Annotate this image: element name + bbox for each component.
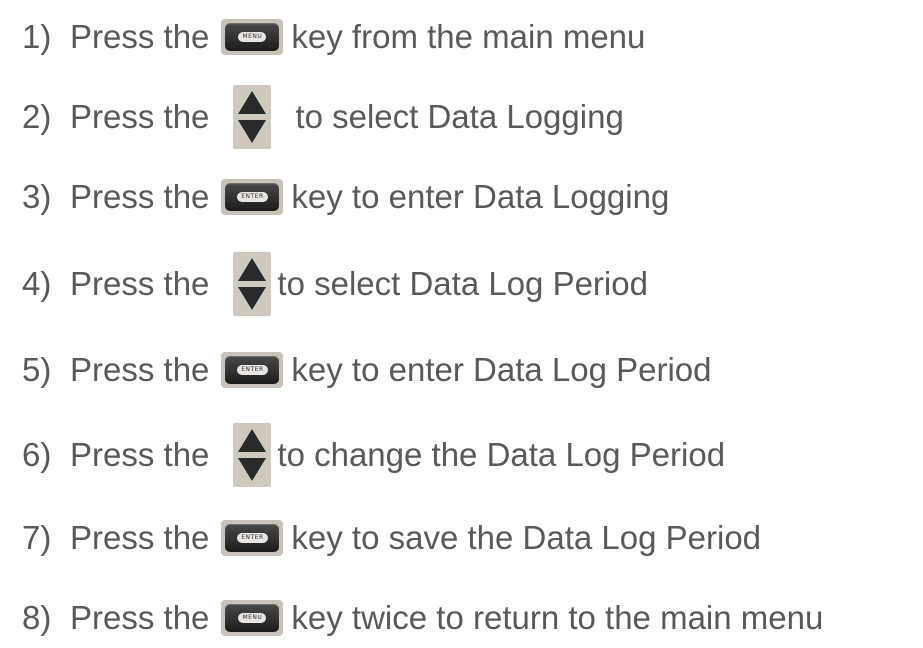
step-text: key twice to return to the main menu [291, 599, 824, 636]
instruction-list: 1) Press the MENU key from the main menu… [0, 0, 923, 647]
step-text: to select Data Log Period [277, 265, 648, 302]
step-prefix: Press the [70, 98, 210, 135]
step-text: to select Data Logging [295, 98, 624, 135]
enter-key-icon: ENTER [221, 352, 284, 388]
step-7: 7) Press the ENTER key to save the Data … [22, 508, 761, 568]
menu-key-icon: MENU [221, 19, 284, 55]
step-prefix: Press the [70, 18, 210, 55]
up-down-arrow-key-icon [233, 252, 272, 316]
step-3: 3) Press the ENTER key to enter Data Log… [22, 167, 669, 227]
up-down-arrow-key-icon [233, 423, 272, 487]
step-4: 4) Press the to select Data Log Period [22, 252, 648, 316]
step-prefix: Press the [70, 178, 210, 215]
step-number: 6) [22, 436, 52, 473]
up-down-arrow-key-icon [233, 85, 272, 149]
step-number: 2) [22, 98, 52, 135]
enter-key-icon: ENTER [221, 520, 284, 556]
menu-key-icon: MENU [221, 600, 284, 636]
step-prefix: Press the [70, 519, 210, 556]
step-number: 4) [22, 265, 52, 302]
key-label: ENTER [237, 365, 268, 375]
step-number: 1) [22, 18, 52, 55]
key-label: MENU [238, 613, 267, 623]
key-label: ENTER [237, 192, 268, 202]
step-prefix: Press the [70, 265, 210, 302]
step-number: 3) [22, 178, 52, 215]
step-text: key to enter Data Log Period [291, 351, 712, 388]
step-text: key to save the Data Log Period [291, 519, 762, 556]
step-5: 5) Press the ENTER key to enter Data Log… [22, 340, 712, 400]
enter-key-icon: ENTER [221, 179, 284, 215]
step-number: 8) [22, 599, 52, 636]
step-prefix: Press the [70, 436, 210, 473]
step-8: 8) Press the MENU key twice to return to… [22, 588, 823, 648]
key-label: MENU [238, 32, 267, 42]
key-label: ENTER [237, 533, 268, 543]
step-prefix: Press the [70, 351, 210, 388]
step-number: 7) [22, 519, 52, 556]
step-6: 6) Press the to change the Data Log Peri… [22, 423, 726, 487]
step-text: key to enter Data Logging [291, 178, 670, 215]
step-text: to change the Data Log Period [277, 436, 726, 473]
step-1: 1) Press the MENU key from the main menu [22, 7, 645, 67]
step-text: key from the main menu [291, 18, 646, 55]
step-number: 5) [22, 351, 52, 388]
step-2: 2) Press the to select Data Logging [22, 85, 624, 149]
step-prefix: Press the [70, 599, 210, 636]
